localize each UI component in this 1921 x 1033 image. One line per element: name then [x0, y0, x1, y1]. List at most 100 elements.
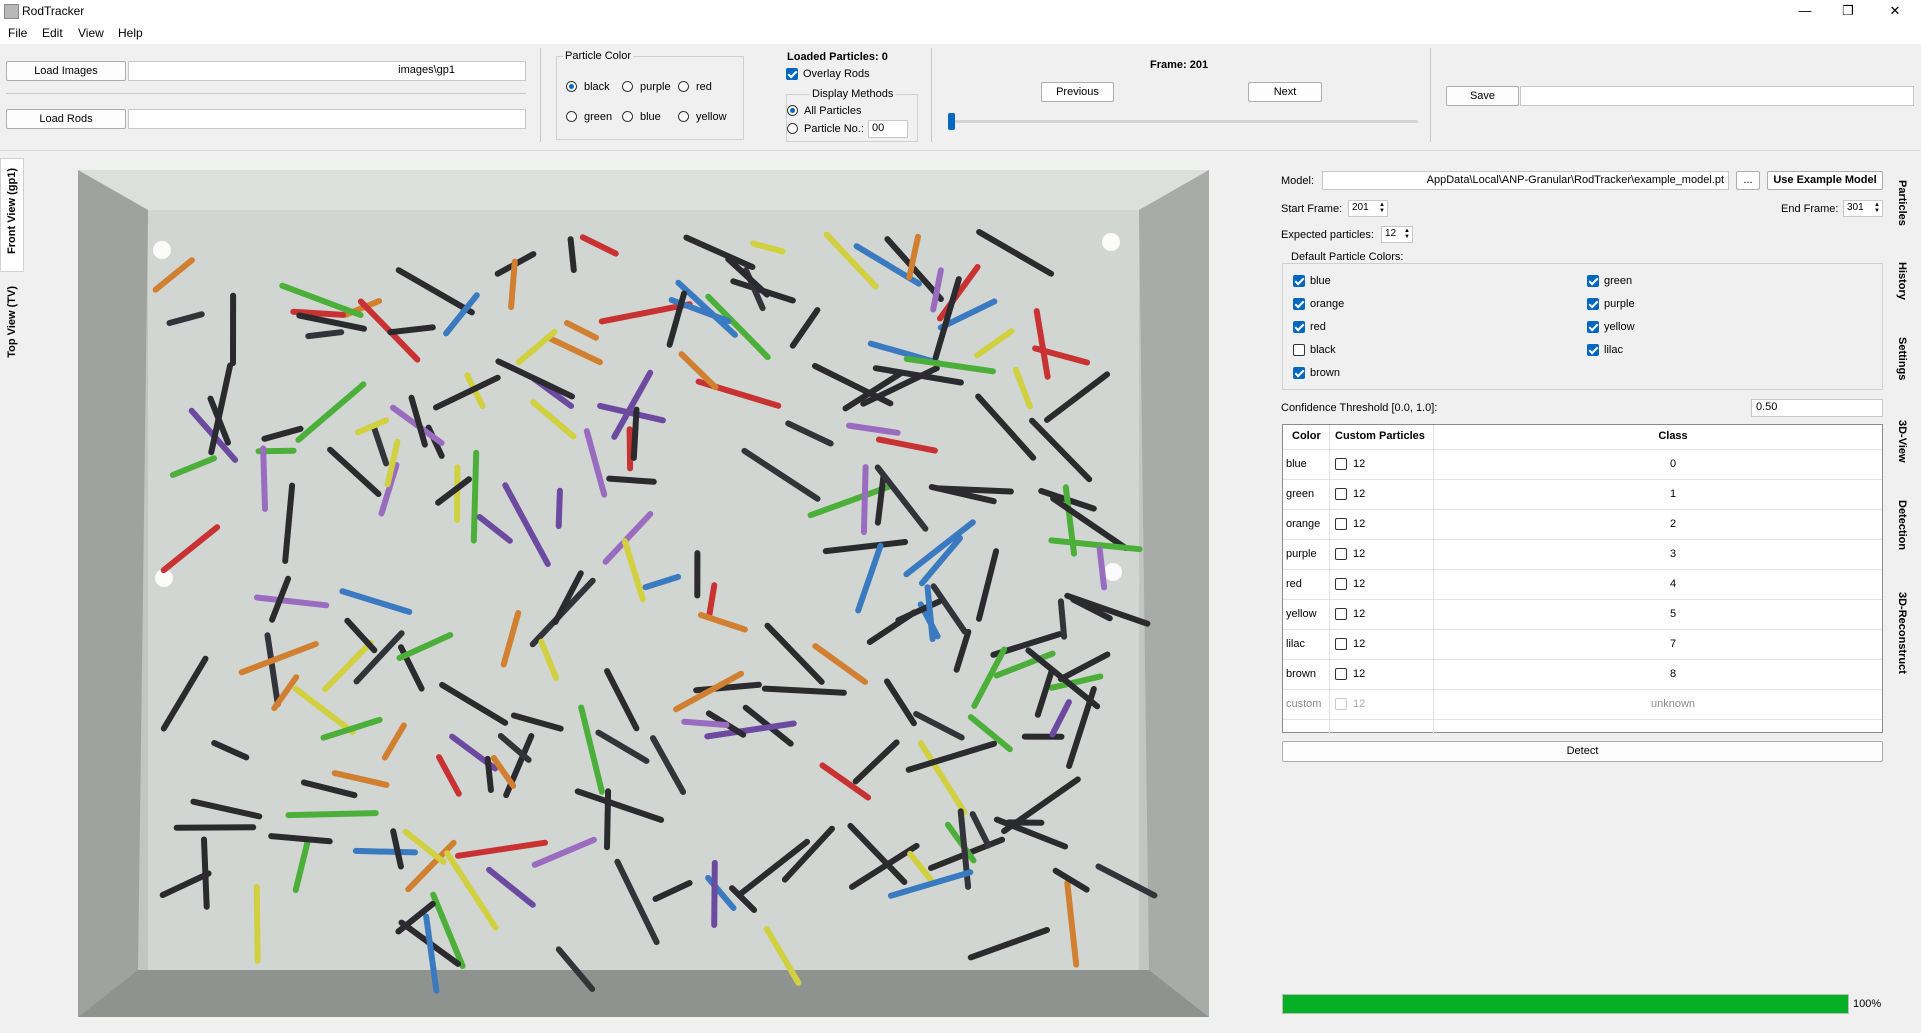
menu-file[interactable]: File [8, 26, 27, 40]
custom-particles-checkbox[interactable] [1335, 518, 1347, 530]
custom-particles-checkbox[interactable] [1335, 638, 1347, 650]
particle-color-group [556, 56, 744, 140]
load-images-button[interactable]: Load Images [6, 61, 126, 81]
color-radio-label: red [696, 81, 712, 93]
rod [681, 718, 730, 728]
default-color-checkbox-black[interactable] [1293, 344, 1305, 356]
tab-3d-view[interactable]: 3D-View [1896, 420, 1908, 463]
expected-particles-spinbox[interactable]: 12 ▲ ▼ [1381, 226, 1413, 243]
color-radio-label: yellow [696, 111, 727, 123]
color-radio-green[interactable] [566, 111, 577, 122]
color-radio-red[interactable] [678, 81, 689, 92]
menu-view[interactable]: View [78, 26, 104, 40]
frame-slider-track[interactable] [948, 120, 1418, 123]
save-path-field[interactable] [1520, 86, 1914, 106]
custom-particles-checkbox[interactable] [1335, 668, 1347, 680]
color-radio-yellow[interactable] [678, 111, 689, 122]
frame-slider-handle[interactable] [948, 113, 955, 130]
particle-no-radio[interactable] [787, 123, 798, 134]
custom-particles-count[interactable]: 12 [1353, 539, 1365, 569]
spin-arrows-icon[interactable]: ▲ ▼ [1873, 202, 1881, 214]
table-row: blue 12 0 [1283, 449, 1882, 480]
particle-no-input[interactable]: 00 [868, 120, 908, 138]
tab-history[interactable]: History [1896, 262, 1908, 300]
custom-particles-checkbox[interactable] [1335, 578, 1347, 590]
default-color-checkbox-purple[interactable] [1587, 298, 1599, 310]
end-frame-spinbox[interactable]: 301 ▲ ▼ [1843, 200, 1883, 217]
custom-particles-count[interactable]: 12 [1353, 659, 1365, 689]
next-button[interactable]: Next [1248, 82, 1322, 102]
spin-arrows-icon[interactable]: ▲ ▼ [1378, 202, 1386, 214]
minimize-button[interactable]: — [1785, 2, 1825, 20]
row-class: 4 [1669, 578, 1677, 590]
previous-button[interactable]: Previous [1041, 82, 1114, 102]
default-color-label: brown [1310, 367, 1340, 379]
spin-arrows-icon[interactable]: ▲ ▼ [1403, 228, 1411, 240]
tab-top-view[interactable]: Top View (TV) [6, 286, 18, 358]
default-color-checkbox-yellow[interactable] [1587, 321, 1599, 333]
color-radio-black[interactable] [566, 81, 577, 92]
overlay-rods-checkbox[interactable] [786, 68, 798, 80]
color-radio-label: green [584, 111, 613, 123]
table-header: Color Custom Particles Class [1283, 425, 1882, 450]
load-rods-button[interactable]: Load Rods [6, 109, 126, 129]
tab-particles[interactable]: Particles [1896, 180, 1908, 226]
frame-label: Frame: 201 [1150, 59, 1209, 71]
color-radio-blue[interactable] [622, 111, 633, 122]
row-class: 3 [1669, 548, 1677, 560]
maximize-button[interactable]: ❐ [1828, 2, 1868, 20]
rod [626, 426, 634, 472]
custom-particles-checkbox[interactable] [1335, 608, 1347, 620]
default-color-checkbox-lilac[interactable] [1587, 344, 1599, 356]
custom-particles-count[interactable]: 12 [1353, 629, 1365, 659]
row-class: 2 [1669, 518, 1677, 530]
custom-particles-count[interactable]: 12 [1353, 479, 1365, 509]
color-radio-purple[interactable] [622, 81, 633, 92]
menu-edit[interactable]: Edit [42, 26, 63, 40]
rod [860, 464, 869, 536]
default-color-label: orange [1310, 298, 1345, 310]
row-color: purple [1286, 548, 1317, 560]
all-particles-radio[interactable] [787, 105, 798, 116]
start-frame-spinbox[interactable]: 201 ▲ ▼ [1348, 200, 1388, 217]
images-path-text: images\gp1 [398, 64, 455, 76]
tab-detection[interactable]: Detection [1896, 500, 1908, 550]
table-row: green 12 1 [1283, 479, 1882, 510]
rod [484, 755, 494, 793]
custom-particles-checkbox[interactable] [1335, 548, 1347, 560]
custom-particles-checkbox[interactable] [1335, 458, 1347, 470]
custom-particles-count[interactable]: 12 [1353, 509, 1365, 539]
close-button[interactable]: ✕ [1875, 2, 1915, 20]
custom-particles-count[interactable]: 12 [1353, 569, 1365, 599]
default-color-label: green [1604, 275, 1633, 287]
detection-progress-bar [1282, 994, 1849, 1014]
rods-path-field[interactable] [128, 109, 526, 129]
table-row: lilac 12 7 [1283, 629, 1882, 660]
browse-model-button[interactable]: ... [1736, 171, 1760, 190]
default-color-checkbox-blue[interactable] [1293, 275, 1305, 287]
default-color-checkbox-green[interactable] [1587, 275, 1599, 287]
progress-text: 100% [1853, 998, 1882, 1010]
default-color-checkbox-red[interactable] [1293, 321, 1305, 333]
window-title: RodTracker [22, 4, 85, 18]
default-color-checkbox-brown[interactable] [1293, 367, 1305, 379]
save-button[interactable]: Save [1446, 86, 1519, 106]
default-colors-label: Default Particle Colors: [1289, 251, 1406, 263]
end-frame-label: End Frame: [1781, 203, 1839, 215]
model-path-field[interactable]: AppData\Local\ANP-Granular\RodTracker\ex… [1322, 171, 1729, 190]
tab-3d-reconstruct[interactable]: 3D-Reconstruct [1896, 592, 1908, 674]
tab-settings[interactable]: Settings [1896, 337, 1908, 380]
custom-particles-checkbox[interactable] [1335, 488, 1347, 500]
custom-particles-count[interactable]: 12 [1353, 599, 1365, 629]
custom-particles-count[interactable]: 12 [1353, 449, 1365, 479]
confidence-input[interactable]: 0.50 [1751, 399, 1883, 417]
tab-front-view-label: Front View (gp1) [6, 168, 18, 254]
default-color-checkbox-orange[interactable] [1293, 298, 1305, 310]
menu-help[interactable]: Help [118, 26, 143, 40]
use-example-model-button[interactable]: Use Example Model [1767, 171, 1883, 190]
rod [630, 406, 640, 461]
custom-particles-count[interactable]: 12 [1353, 689, 1365, 719]
detect-button[interactable]: Detect [1282, 741, 1883, 762]
image-view[interactable] [78, 170, 1209, 1017]
images-path-field[interactable]: images\gp1 [128, 61, 526, 81]
